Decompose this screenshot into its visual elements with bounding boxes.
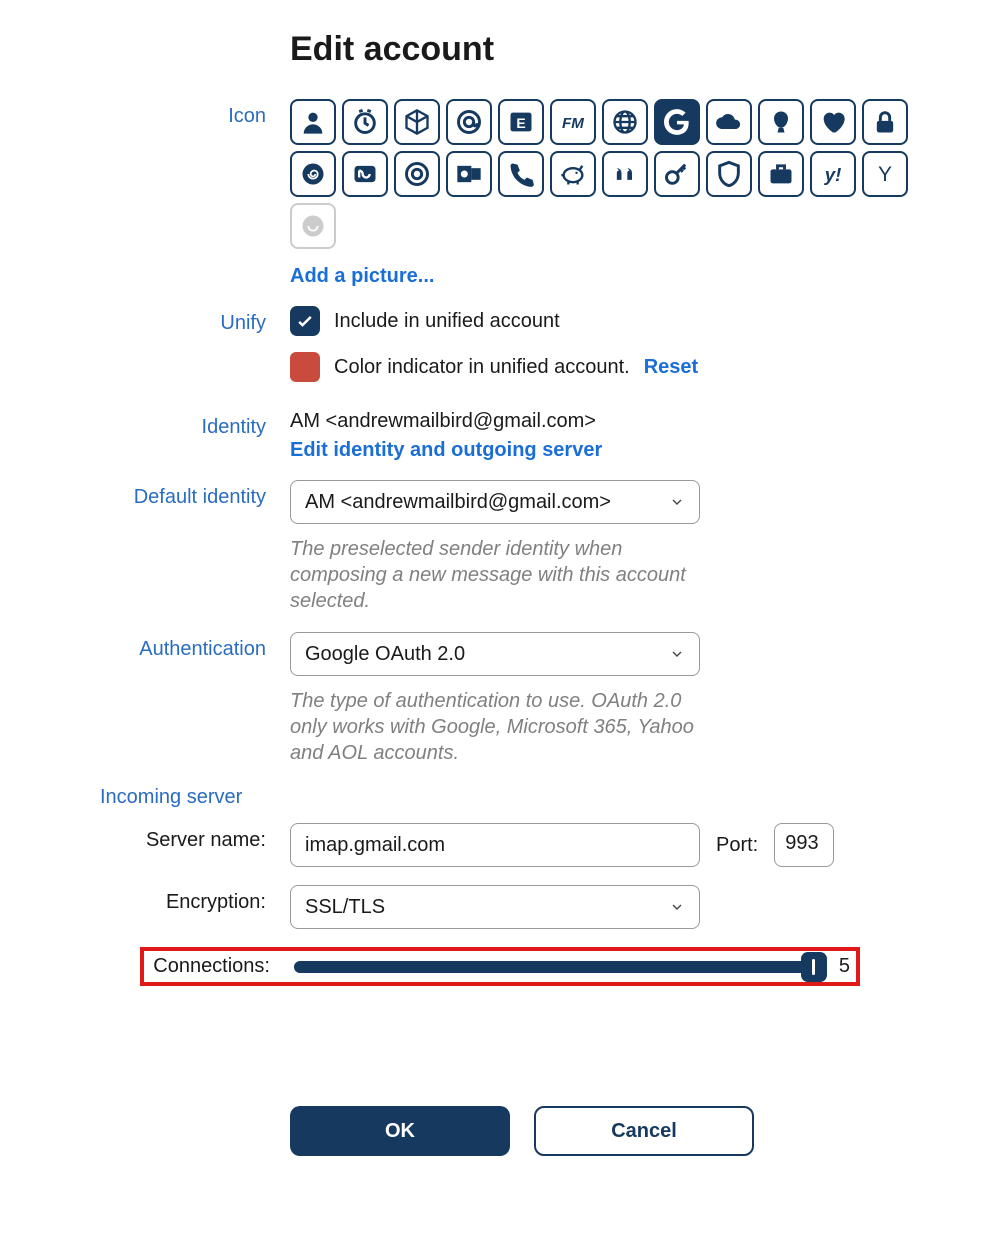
connections-value: 5	[839, 955, 850, 978]
svg-text:y!: y!	[824, 164, 842, 185]
authentication-select[interactable]: Google OAuth 2.0	[290, 632, 700, 676]
page-title: Edit account	[40, 30, 956, 69]
globe-icon[interactable]	[602, 99, 648, 145]
heart-icon[interactable]	[810, 99, 856, 145]
at-icon[interactable]	[446, 99, 492, 145]
chevron-down-icon	[669, 899, 685, 915]
briefcase-icon[interactable]	[758, 151, 804, 197]
exchange-icon[interactable]: E	[498, 99, 544, 145]
encryption-select[interactable]: SSL/TLS	[290, 885, 700, 929]
label-unify: Unify	[40, 306, 290, 335]
authentication-helper: The type of authentication to use. OAuth…	[290, 688, 700, 766]
piggy-icon[interactable]	[550, 151, 596, 197]
chevron-down-icon	[669, 494, 685, 510]
label-server-name: Server name:	[40, 823, 290, 852]
disabled-icon[interactable]	[290, 203, 336, 249]
label-authentication: Authentication	[40, 632, 290, 661]
label-identity: Identity	[40, 410, 290, 439]
person-icon[interactable]	[290, 99, 336, 145]
clock-icon[interactable]	[342, 99, 388, 145]
svg-text:FM: FM	[562, 115, 584, 132]
authentication-selected: Google OAuth 2.0	[305, 643, 465, 666]
quote-icon[interactable]	[602, 151, 648, 197]
connections-highlight: Connections: 5	[140, 947, 860, 986]
incoming-server-header: Incoming server	[40, 786, 956, 809]
default-identity-helper: The preselected sender identity when com…	[290, 536, 700, 614]
shield-icon[interactable]	[706, 151, 752, 197]
server-name-value: imap.gmail.com	[305, 834, 445, 857]
lock-icon[interactable]	[862, 99, 908, 145]
include-unified-label: Include in unified account	[334, 310, 560, 333]
swirl-icon[interactable]	[290, 151, 336, 197]
port-input[interactable]: 993	[774, 823, 834, 867]
svg-text:Y: Y	[878, 163, 892, 186]
svg-text:E: E	[516, 115, 525, 131]
label-default-identity: Default identity	[40, 480, 290, 509]
encryption-selected: SSL/TLS	[305, 896, 385, 919]
y-icon[interactable]: Y	[862, 151, 908, 197]
cube-icon[interactable]	[394, 99, 440, 145]
mailbox-icon[interactable]	[342, 151, 388, 197]
port-value: 993	[785, 832, 818, 854]
balloon-icon[interactable]	[758, 99, 804, 145]
default-identity-select[interactable]: AM <andrewmailbird@gmail.com>	[290, 480, 700, 524]
connections-slider[interactable]	[294, 961, 827, 973]
edit-identity-link[interactable]: Edit identity and outgoing server	[290, 439, 956, 462]
server-name-input[interactable]: imap.gmail.com	[290, 823, 700, 867]
ok-button[interactable]: OK	[290, 1106, 510, 1156]
cloud-icon[interactable]	[706, 99, 752, 145]
circle-icon[interactable]	[394, 151, 440, 197]
icon-grid: E FM y! Y	[290, 99, 910, 249]
label-connections: Connections:	[144, 955, 294, 978]
add-picture-link[interactable]: Add a picture...	[290, 265, 956, 288]
cancel-button[interactable]: Cancel	[534, 1106, 754, 1156]
label-port: Port:	[716, 834, 758, 857]
color-indicator-label: Color indicator in unified account.	[334, 356, 630, 379]
label-encryption: Encryption:	[40, 885, 290, 914]
include-unified-checkbox[interactable]	[290, 306, 320, 336]
chevron-down-icon	[669, 646, 685, 662]
outlook-icon[interactable]	[446, 151, 492, 197]
fm-icon[interactable]: FM	[550, 99, 596, 145]
yahoo-icon[interactable]: y!	[810, 151, 856, 197]
google-icon[interactable]	[654, 99, 700, 145]
key-icon[interactable]	[654, 151, 700, 197]
label-icon: Icon	[40, 99, 290, 128]
identity-value: AM <andrewmailbird@gmail.com>	[290, 410, 956, 433]
color-indicator-swatch[interactable]	[290, 352, 320, 382]
reset-color-link[interactable]: Reset	[644, 356, 698, 379]
phone-icon[interactable]	[498, 151, 544, 197]
default-identity-selected: AM <andrewmailbird@gmail.com>	[305, 491, 611, 514]
slider-thumb[interactable]	[801, 952, 827, 982]
